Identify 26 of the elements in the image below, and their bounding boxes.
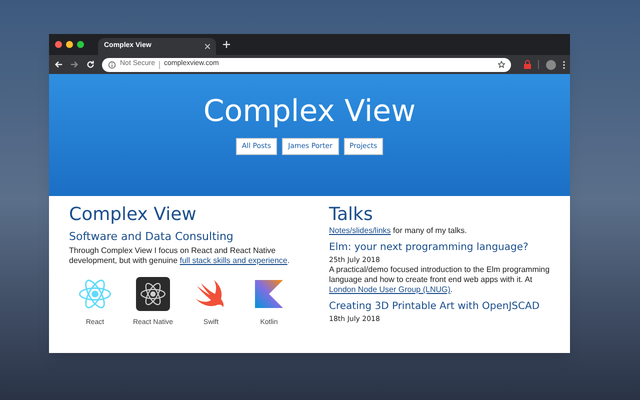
talk-title[interactable]: Elm: your next programming language?	[329, 242, 550, 254]
star-icon[interactable]	[498, 61, 505, 68]
maximize-window-icon[interactable]	[77, 41, 84, 48]
section-title: Complex View	[69, 204, 198, 226]
back-arrow-icon[interactable]	[54, 60, 63, 69]
section-title: Talks	[329, 204, 374, 226]
reload-icon[interactable]	[86, 60, 95, 69]
text-link[interactable]: Notes/slides/links	[329, 226, 391, 235]
hero-title: Complex View	[203, 93, 416, 131]
paragraph: Notes/slides/links for many of my talks.	[329, 226, 468, 236]
forward-arrow-icon[interactable]	[70, 60, 79, 69]
kotlin-logo-icon	[255, 280, 283, 308]
close-icon[interactable]	[205, 44, 210, 49]
text-link[interactable]: full stack skills and experience	[180, 256, 288, 265]
paragraph: A practical/demo focused introduction to the Elm programming language and how to create front end web apps with it. At London Node User Group (LNUG).	[329, 265, 550, 295]
section-subtitle: Software and Data Consulting	[69, 230, 234, 244]
info-icon	[108, 60, 116, 68]
new-tab-icon[interactable]	[223, 41, 230, 48]
atom-icon	[136, 277, 170, 311]
text-link[interactable]: London Node User Group (LNUG)	[329, 285, 450, 294]
close-window-icon[interactable]	[55, 41, 62, 48]
paragraph: Through Complex View I focus on React and React Native development, but with genuine full stack skills and experience.	[69, 246, 291, 266]
avatar-icon[interactable]	[546, 60, 556, 70]
talk-title[interactable]: Creating 3D Printable Art with OpenJSCAD	[329, 301, 550, 313]
padlock-icon[interactable]	[524, 60, 531, 69]
minimize-window-icon[interactable]	[66, 41, 73, 48]
